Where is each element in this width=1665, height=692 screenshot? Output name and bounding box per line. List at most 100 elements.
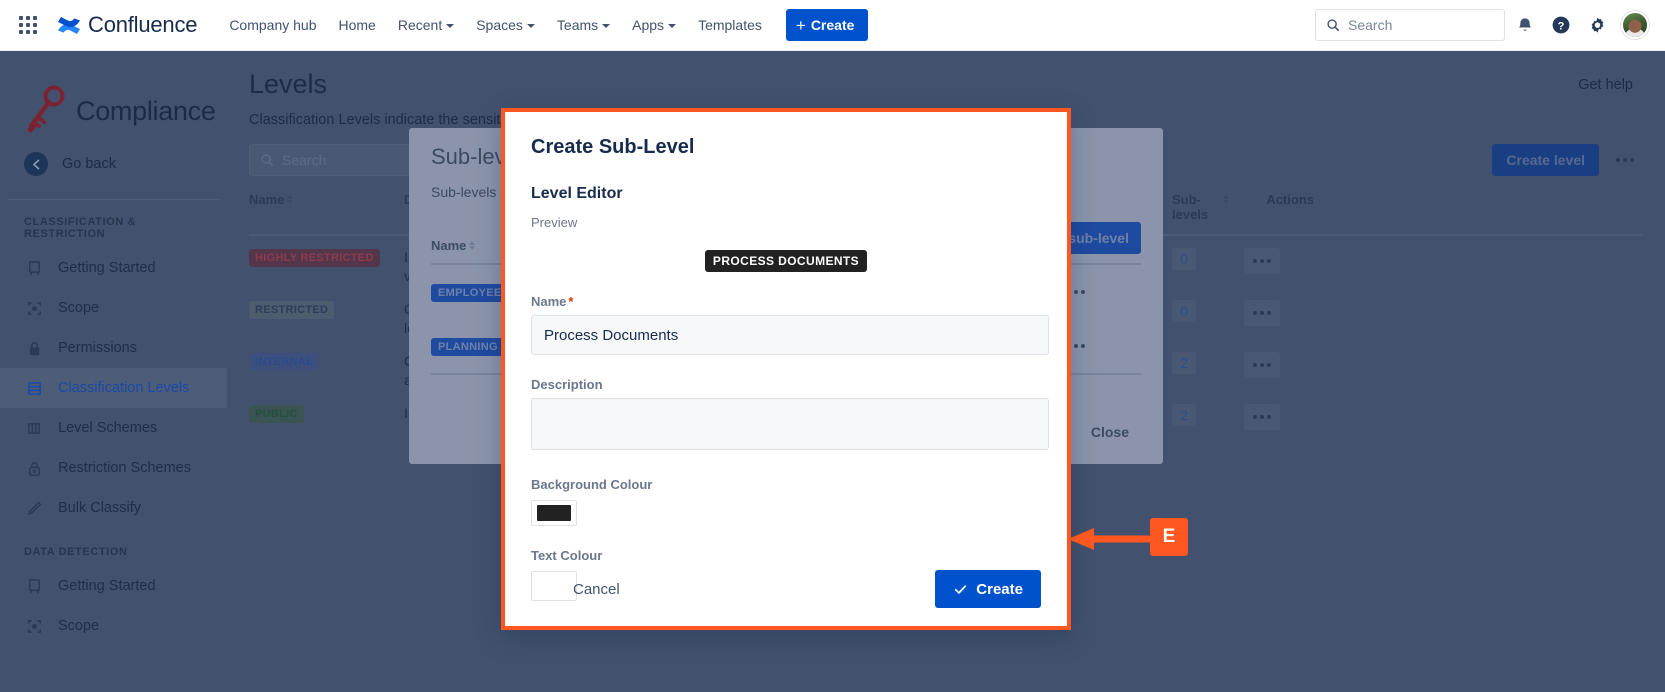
row-more-actions-icon[interactable] [1244, 404, 1280, 430]
annotation-arrow [1066, 520, 1156, 550]
sidebar-item-restriction-schemes[interactable]: Restriction Schemes [0, 448, 227, 488]
scope-icon [24, 616, 44, 636]
sidebar: Compliance Go back CLASSIFICATION & REST… [0, 51, 227, 692]
create-confirm-button[interactable]: Create [935, 570, 1041, 608]
sidebar-item-label: Level Schemes [58, 420, 157, 436]
sidebar-item-scope[interactable]: Scope [0, 288, 227, 328]
search-icon [260, 153, 274, 167]
sidebar-item-label: Scope [58, 300, 99, 316]
sub-level-badge: EMPLOYEE [431, 284, 509, 302]
nav-item-company-hub[interactable]: Company hub [219, 11, 326, 39]
column-header-name[interactable]: Name [249, 192, 404, 222]
scope-icon [24, 298, 44, 318]
notifications-icon[interactable] [1509, 9, 1541, 41]
sidebar-item-dd-scope[interactable]: Scope [0, 606, 227, 646]
sidebar-item-label: Classification Levels [58, 380, 189, 396]
compliance-product-logo: Compliance [0, 51, 227, 143]
description-field-label: Description [531, 377, 1041, 392]
column-label: Name [431, 238, 466, 253]
lock-icon [24, 338, 44, 358]
row-actions-cell [1244, 404, 1314, 430]
get-help-button[interactable]: Get help [1568, 71, 1643, 99]
help-icon[interactable]: ? [1545, 9, 1577, 41]
cancel-button[interactable]: Cancel [559, 573, 634, 606]
svg-text:?: ? [1558, 20, 1565, 32]
nav-item-apps[interactable]: Apps [622, 11, 686, 39]
sub-level-badge: PLANNING [431, 338, 505, 356]
nav-item-recent[interactable]: Recent [388, 11, 464, 39]
background-colour-chip [537, 505, 571, 521]
go-back-button[interactable]: Go back [0, 143, 227, 185]
sidebar-item-label: Permissions [58, 340, 137, 356]
level-name-cell: RESTRICTED [249, 300, 404, 319]
columns-icon [24, 418, 44, 438]
confluence-logo[interactable]: Confluence [56, 12, 197, 38]
text-colour-label: Text Colour [531, 548, 1041, 563]
column-label: Sub-levels [1172, 192, 1220, 222]
chevron-down-icon [446, 24, 454, 28]
sublevels-count[interactable]: 2 [1172, 404, 1196, 426]
nav-label: Teams [557, 17, 598, 33]
plus-icon: + [796, 17, 806, 34]
level-badge: PUBLIC [249, 405, 304, 423]
background-colour-swatch[interactable] [531, 500, 577, 526]
nav-item-templates[interactable]: Templates [688, 11, 772, 39]
sidebar-item-classification-levels[interactable]: Classification Levels [0, 368, 227, 408]
close-button[interactable]: Close [1079, 416, 1141, 448]
sidebar-item-bulk-classify[interactable]: Bulk Classify [0, 488, 227, 528]
nav-item-teams[interactable]: Teams [547, 11, 620, 39]
sidebar-item-getting-started[interactable]: Getting Started [0, 248, 227, 288]
nav-label: Company hub [229, 17, 316, 33]
page-title: Levels [227, 51, 1665, 100]
padlock-icon [24, 458, 44, 478]
sort-icon [469, 241, 475, 253]
sidebar-divider [8, 199, 219, 200]
level-badge: RESTRICTED [249, 301, 334, 319]
sort-icon [287, 195, 293, 204]
sublevels-count[interactable]: 2 [1172, 352, 1196, 374]
create-confirm-label: Create [976, 581, 1023, 598]
row-more-actions-icon[interactable] [1244, 248, 1280, 274]
confluence-mark-icon [56, 12, 82, 38]
arrow-left-icon [24, 152, 48, 176]
sidebar-item-level-schemes[interactable]: Level Schemes [0, 408, 227, 448]
avatar[interactable] [1621, 11, 1649, 39]
level-sublevels-cell: 2 [1172, 352, 1244, 374]
column-label: Name [249, 192, 284, 207]
go-back-label: Go back [62, 156, 116, 172]
level-sublevels-cell: 0 [1172, 300, 1244, 322]
sidebar-item-permissions[interactable]: Permissions [0, 328, 227, 368]
easel-icon [24, 258, 44, 278]
create-sub-level-dialog: Create Sub-Level Level Editor Preview PR… [501, 108, 1071, 630]
sublevels-count[interactable]: 0 [1172, 300, 1196, 322]
create-level-button[interactable]: Create level [1492, 144, 1599, 176]
levels-more-actions-icon[interactable] [1607, 144, 1643, 176]
name-field-label: Name* [531, 294, 1041, 309]
nav-label: Home [338, 17, 375, 33]
nav-label: Apps [632, 17, 664, 33]
name-input[interactable] [531, 315, 1049, 355]
sublevels-count[interactable]: 0 [1172, 248, 1196, 270]
toolbar-actions: Create level [1492, 144, 1643, 176]
level-badge: HIGHLY RESTRICTED [249, 249, 380, 267]
level-badge: INTERNAL [249, 353, 319, 371]
app-switcher-icon[interactable] [12, 9, 44, 41]
grid-glyph [19, 16, 37, 34]
column-label: Actions [1266, 192, 1314, 207]
primary-nav: Company hub Home Recent Spaces Teams App… [219, 11, 772, 39]
pencil-icon [24, 498, 44, 518]
row-more-actions-icon[interactable] [1244, 300, 1280, 326]
column-header-sublevels[interactable]: Sub-levels [1172, 192, 1244, 222]
gear-icon[interactable] [1581, 9, 1613, 41]
global-search-input[interactable]: Search [1315, 9, 1505, 41]
row-more-actions-icon[interactable] [1244, 352, 1280, 378]
column-header-actions: Actions [1244, 192, 1314, 222]
sidebar-item-dd-getting-started[interactable]: Getting Started [0, 566, 227, 606]
level-name-cell: HIGHLY RESTRICTED [249, 248, 404, 267]
nav-item-spaces[interactable]: Spaces [466, 11, 545, 39]
chevron-down-icon [668, 24, 676, 28]
nav-item-home[interactable]: Home [328, 11, 385, 39]
description-textarea[interactable] [531, 398, 1049, 450]
create-button[interactable]: + Create [786, 9, 869, 41]
required-asterisk: * [568, 294, 573, 309]
